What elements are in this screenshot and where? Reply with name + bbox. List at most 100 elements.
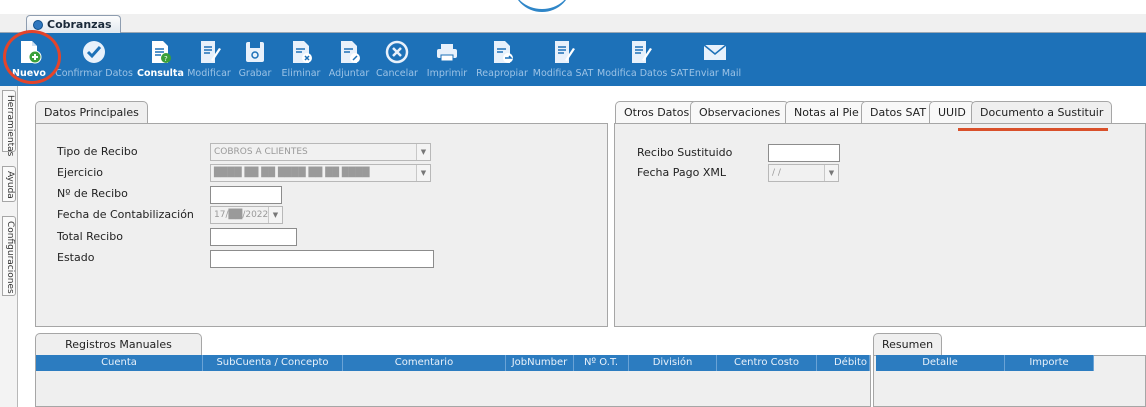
ejercicio-select[interactable]: ████ ██ ██ ████ ██ ██ ████ ▼ (210, 164, 431, 182)
estado-input[interactable] (210, 250, 434, 268)
tab-datos-sat[interactable]: Datos SAT (861, 101, 936, 123)
fecha-pago-xml-label: Fecha Pago XML (637, 166, 726, 179)
attach-button-label: Adjuntar (328, 68, 370, 79)
manual-records-header: Cuenta SubCuenta / Concepto Comentario J… (36, 355, 870, 371)
cancel-circle-icon (385, 40, 409, 64)
confirm-data-label: Confirmar Datos (55, 68, 133, 79)
modify-button[interactable]: Modificar (186, 33, 232, 86)
document-tabstrip (0, 14, 1146, 33)
summary-header: Detalle Importe (876, 355, 1094, 371)
column-header[interactable]: JobNumber (506, 355, 574, 371)
tab-dot-icon (33, 20, 43, 30)
fecha-contabilizacion-value: 17/██/2022 (214, 210, 269, 220)
cancel-button-label: Cancelar (376, 68, 418, 79)
tab-uuid[interactable]: UUID (929, 101, 975, 123)
query-button-label: Consulta (137, 68, 184, 79)
tab-resumen[interactable]: Resumen (873, 333, 943, 356)
column-header[interactable]: Detalle (876, 355, 1005, 371)
reassign-document-icon (494, 41, 513, 63)
toolbar: Nuevo Confirmar Datos ? Consulta Modific… (0, 33, 1146, 86)
modify-sat-data-button[interactable]: Modifica Datos SAT (597, 33, 689, 86)
side-tab-strip: Herramientas Ayuda Configuraciones (0, 86, 18, 407)
estado-label: Estado (57, 251, 95, 264)
total-recibo-label: Total Recibo (57, 230, 123, 243)
save-icon (246, 42, 264, 62)
delete-button-label: Eliminar (281, 68, 321, 79)
query-button[interactable]: ? Consulta (137, 33, 184, 86)
column-header[interactable]: Cuenta (36, 355, 203, 371)
save-button[interactable]: Grabar (236, 33, 274, 86)
ejercicio-label: Ejercicio (57, 166, 103, 179)
save-button-label: Grabar (238, 68, 272, 79)
tab-documento-a-sustituir[interactable]: Documento a Sustituir (971, 101, 1113, 124)
total-recibo-input[interactable] (210, 228, 297, 246)
tab-resumen-label: Resumen (882, 338, 934, 351)
send-mail-button[interactable]: Enviar Mail (688, 33, 742, 86)
tab-configuraciones[interactable]: Configuraciones (2, 216, 16, 296)
tab-configuraciones-label: Configuraciones (5, 221, 15, 294)
column-header[interactable]: SubCuenta / Concepto (203, 355, 343, 371)
edit-sat-data-icon (632, 41, 652, 63)
edit-document-icon (201, 41, 221, 63)
highlight-underline (958, 128, 1108, 131)
chevron-down-icon: ▼ (824, 165, 838, 181)
chevron-down-icon: ▼ (416, 144, 430, 160)
svg-text:?: ? (164, 55, 168, 63)
tab-observaciones[interactable]: Observaciones (690, 101, 790, 123)
tab-documento-a-sustituir-label: Documento a Sustituir (980, 106, 1104, 119)
tab-herramientas[interactable]: Herramientas (2, 90, 16, 156)
column-header[interactable]: División (629, 355, 717, 371)
tab-ayuda[interactable]: Ayuda (2, 166, 16, 202)
print-button-label: Imprimir (426, 68, 468, 79)
tab-notas-al-pie[interactable]: Notas al Pie (785, 101, 868, 123)
modify-sat-label: Modifica SAT (532, 68, 594, 79)
tab-datos-principales[interactable]: Datos Principales (35, 101, 148, 124)
printer-icon (437, 44, 457, 62)
fecha-pago-xml-value: / / (772, 168, 781, 178)
confirm-data-button[interactable]: Confirmar Datos (54, 33, 134, 86)
column-header[interactable]: Centro Costo (717, 355, 817, 371)
tipo-recibo-value: COBROS A CLIENTES (214, 147, 308, 157)
fecha-contabilizacion-picker[interactable]: 17/██/2022 ▼ (210, 206, 283, 224)
send-mail-label: Enviar Mail (688, 68, 742, 79)
numero-recibo-label: Nº de Recibo (57, 187, 128, 200)
tab-notas-al-pie-label: Notas al Pie (794, 106, 859, 119)
column-header[interactable]: Comentario (343, 355, 506, 371)
delete-document-icon (293, 41, 312, 63)
reassign-button[interactable]: Reapropiar (474, 33, 530, 86)
column-header[interactable]: Débito (817, 355, 870, 371)
tab-cobranzas-label: Cobranzas (47, 18, 112, 31)
mail-icon (703, 44, 727, 60)
recibo-sustituido-label: Recibo Sustituido (637, 146, 733, 159)
recibo-sustituido-input[interactable] (768, 144, 840, 162)
top-area (0, 0, 1146, 14)
tab-datos-principales-label: Datos Principales (44, 106, 139, 119)
tab-registros-manuales[interactable]: Registros Manuales (35, 333, 202, 356)
tab-observaciones-label: Observaciones (699, 106, 781, 119)
attach-document-icon (341, 41, 360, 63)
numero-recibo-input[interactable] (210, 186, 282, 204)
column-header[interactable]: Nº O.T. (574, 355, 629, 371)
tipo-recibo-label: Tipo de Recibo (57, 145, 138, 158)
fecha-contabilizacion-label: Fecha de Contabilización (57, 208, 194, 221)
tab-registros-manuales-label: Registros Manuales (65, 338, 172, 351)
tipo-recibo-select[interactable]: COBROS A CLIENTES ▼ (210, 143, 431, 161)
cancel-button[interactable]: Cancelar (375, 33, 419, 86)
column-header[interactable]: Importe (1005, 355, 1094, 371)
print-button[interactable]: Imprimir (424, 33, 470, 86)
attach-button[interactable]: Adjuntar (326, 33, 372, 86)
delete-button[interactable]: Eliminar (280, 33, 322, 86)
reassign-button-label: Reapropiar (476, 68, 528, 79)
tab-datos-sat-label: Datos SAT (870, 106, 927, 119)
tab-uuid-label: UUID (938, 106, 966, 119)
chevron-down-icon: ▼ (268, 207, 282, 223)
tab-herramientas-label: Herramientas (5, 95, 15, 157)
modify-sat-data-label: Modifica Datos SAT (597, 68, 689, 79)
chevron-down-icon: ▼ (416, 165, 430, 181)
check-circle-icon (83, 41, 105, 63)
modify-sat-button[interactable]: Modifica SAT (532, 33, 594, 86)
modify-button-label: Modificar (187, 68, 231, 79)
fecha-pago-xml-picker[interactable]: / / ▼ (768, 164, 839, 182)
tab-otros-datos[interactable]: Otros Datos (615, 101, 699, 123)
tab-ayuda-label: Ayuda (5, 171, 15, 199)
